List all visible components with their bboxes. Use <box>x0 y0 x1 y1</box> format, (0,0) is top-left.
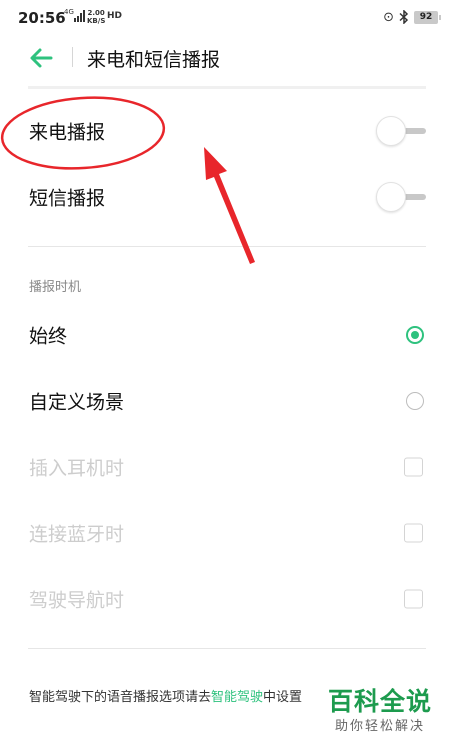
battery-icon: 92 <box>414 10 441 24</box>
scene-label: 插入耳机时 <box>29 457 125 480</box>
scene-label: 连接蓝牙时 <box>29 523 125 546</box>
sms-broadcast-label: 短信播报 <box>29 187 106 210</box>
section-title-timing: 播报时机 <box>29 280 82 295</box>
smart-driving-link[interactable]: 智能驾驶 <box>211 690 263 705</box>
page-title: 来电和短信播报 <box>87 49 221 71</box>
call-broadcast-label: 来电播报 <box>29 121 106 144</box>
option-custom-scene-row[interactable]: 自定义场景 <box>0 368 454 434</box>
hd-icon: HD <box>107 11 123 21</box>
option-label: 始终 <box>29 325 68 348</box>
checkbox-bluetooth <box>404 523 423 543</box>
watermark-title: 百科全说 <box>327 687 432 716</box>
footer-note: 智能驾驶下的语音播报选项请去智能驾驶中设置 <box>29 686 302 705</box>
network-speed: 2.00 KB/S <box>87 9 105 25</box>
call-broadcast-toggle[interactable] <box>376 116 428 146</box>
bluetooth-icon <box>399 10 409 24</box>
scene-navigation-row: 驾驶导航时 <box>0 566 454 632</box>
option-always-row[interactable]: 始终 <box>0 302 454 368</box>
sms-broadcast-row[interactable]: 短信播报 <box>0 164 454 230</box>
scene-label: 驾驶导航时 <box>29 589 125 612</box>
radio-always[interactable] <box>406 326 424 344</box>
toggle-knob <box>376 182 406 212</box>
status-right: ⊙ 92 <box>383 9 441 25</box>
toggle-knob <box>376 116 406 146</box>
back-arrow-icon[interactable] <box>28 46 54 70</box>
signal-icon <box>74 10 85 22</box>
header-divider <box>72 47 73 67</box>
header-separator <box>28 86 426 89</box>
call-broadcast-row[interactable]: 来电播报 <box>0 98 454 164</box>
checkbox-headphones <box>404 457 423 477</box>
radio-custom-scene[interactable] <box>406 392 424 410</box>
option-label: 自定义场景 <box>29 391 125 414</box>
network-speed-value: 2.00 <box>87 9 105 17</box>
section-divider <box>28 246 426 247</box>
footer-note-suffix: 中设置 <box>263 690 303 705</box>
scene-headphones-row: 插入耳机时 <box>0 434 454 500</box>
network-speed-unit: KB/S <box>87 17 106 25</box>
scene-bluetooth-row: 连接蓝牙时 <box>0 500 454 566</box>
app-header: 来电和短信播报 <box>0 36 454 80</box>
sms-broadcast-toggle[interactable] <box>376 182 428 212</box>
footer-divider <box>28 648 426 649</box>
watermark-subtitle: 助你轻松解决 <box>334 719 425 734</box>
checkbox-navigation <box>404 589 423 609</box>
status-time: 20:56 <box>18 9 66 27</box>
status-bar: 20:56 4G 2.00 KB/S HD ⊙ 92 <box>0 0 454 36</box>
rotation-lock-icon: ⊙ <box>383 9 394 25</box>
network-type: 4G <box>64 8 74 16</box>
watermark: 百科全说 助你轻松解决 <box>320 686 440 736</box>
footer-note-prefix: 智能驾驶下的语音播报选项请去 <box>29 690 212 705</box>
